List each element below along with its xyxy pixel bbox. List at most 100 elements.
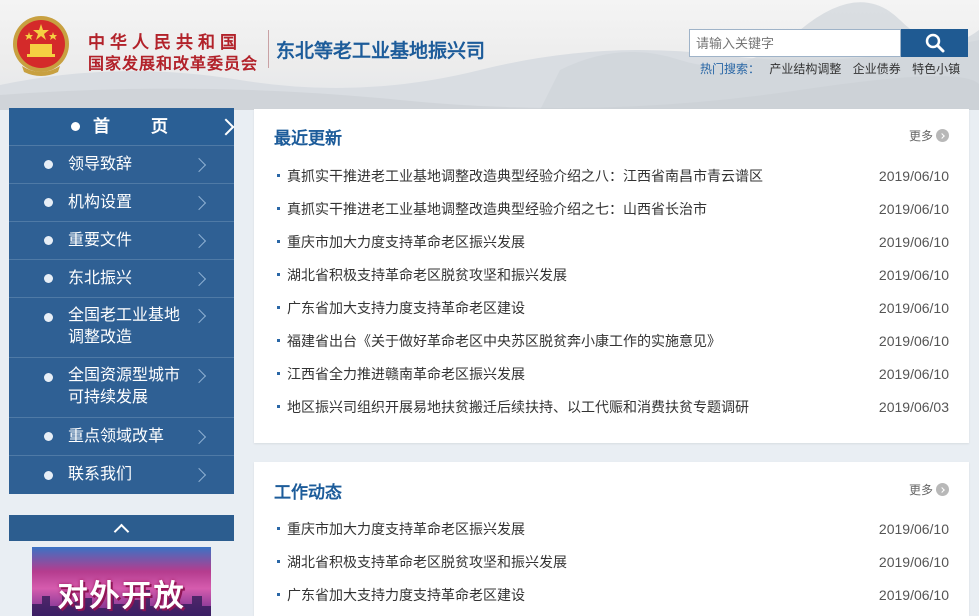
chevron-up-icon <box>113 523 130 539</box>
sidebar-item-organization[interactable]: 机构设置 <box>9 184 234 222</box>
news-title[interactable]: 地区振兴司组织开展易地扶贫搬迁后续扶持、以工代赈和消费扶贫专题调研 <box>287 397 749 417</box>
sidebar-item-leader-speech[interactable]: 领导致辞 <box>9 146 234 184</box>
news-title[interactable]: 福建省出台《关于做好革命老区中央苏区脱贫奔小康工作的实施意见》 <box>287 331 721 351</box>
news-item[interactable]: 广东省加大支持力度支持革命老区建设 2019/06/10 <box>274 585 949 605</box>
bullet-icon <box>277 207 280 210</box>
search-button[interactable] <box>901 29 968 57</box>
recent-updates-panel: 最近更新 更多 真抓实干推进老工业基地调整改造典型经验介绍之八：江西省南昌市青云… <box>254 109 969 443</box>
chevron-right-circle-icon <box>936 129 949 142</box>
chevron-right-circle-icon <box>936 483 949 496</box>
bullet-icon <box>44 236 53 245</box>
chevron-right-icon <box>191 233 207 248</box>
bullet-icon <box>277 273 280 276</box>
more-link[interactable]: 更多 <box>909 481 949 498</box>
chevron-right-icon <box>191 308 207 324</box>
sidebar-item-contact[interactable]: 联系我们 <box>9 456 234 494</box>
chevron-right-icon <box>191 467 207 483</box>
collapse-toggle[interactable] <box>9 515 234 541</box>
sidebar-item-label: 机构设置 <box>68 193 133 211</box>
site-header: 中华人民共和国 国家发展和改革委员会 东北等老工业基地振兴司 热门搜索： 产业结… <box>0 0 979 110</box>
news-title[interactable]: 重庆市加大力度支持革命老区振兴发展 <box>287 232 525 252</box>
opening-up-banner[interactable]: 对外开放 <box>32 547 211 616</box>
bullet-icon <box>277 240 280 243</box>
sidebar-item-label: 全国资源型城市 可持续发展 <box>68 365 180 409</box>
bullet-icon <box>277 593 280 596</box>
sidebar-item-label: 东北振兴 <box>68 269 133 287</box>
chevron-right-icon <box>191 195 207 210</box>
work-news-panel: 工作动态 更多 重庆市加大力度支持革命老区振兴发展 2019/06/10 湖北省… <box>254 462 969 616</box>
sidebar-item-label-line: 可持续发展 <box>68 389 149 406</box>
news-date: 2019/06/10 <box>878 554 949 570</box>
bullet-icon <box>277 405 280 408</box>
news-title[interactable]: 广东省加大支持力度支持革命老区建设 <box>287 585 525 605</box>
bullet-icon <box>44 432 53 441</box>
sidebar-item-northeast[interactable]: 东北振兴 <box>9 260 234 298</box>
bullet-icon <box>277 560 280 563</box>
more-label: 更多 <box>908 129 933 143</box>
bullet-icon <box>44 373 53 382</box>
bullet-icon <box>44 274 53 283</box>
news-item[interactable]: 真抓实干推进老工业基地调整改造典型经验介绍之八：江西省南昌市青云谱区 2019/… <box>274 166 949 186</box>
news-date: 2019/06/10 <box>878 300 949 316</box>
bullet-icon <box>44 160 53 169</box>
bullet-icon <box>44 313 53 322</box>
news-date: 2019/06/03 <box>878 399 949 415</box>
news-item[interactable]: 广东省加大支持力度支持革命老区建设 2019/06/10 <box>274 298 949 318</box>
bullet-icon <box>277 174 280 177</box>
news-item[interactable]: 湖北省积极支持革命老区脱贫攻坚和振兴发展 2019/06/10 <box>274 265 949 285</box>
sidebar-item-home[interactable]: 首 页 <box>9 108 235 146</box>
header-divider <box>268 30 269 68</box>
sidebar-item-label-line: 全国资源型城市 <box>68 367 181 384</box>
search-input[interactable] <box>689 29 901 57</box>
bullet-icon <box>44 470 53 480</box>
sidebar-item-label-line: 全国老工业基地 <box>68 307 181 324</box>
news-title[interactable]: 湖北省积极支持革命老区脱贫攻坚和振兴发展 <box>287 552 567 572</box>
bullet-icon <box>277 527 280 530</box>
news-title[interactable]: 广东省加大支持力度支持革命老区建设 <box>287 298 525 318</box>
bullet-icon <box>277 306 280 309</box>
news-item[interactable]: 真抓实干推进老工业基地调整改造典型经验介绍之七：山西省长治市 2019/06/1… <box>274 199 949 219</box>
sidebar-item-key-reform[interactable]: 重点领域改革 <box>9 418 234 456</box>
sidebar-item-label: 领导致辞 <box>68 155 133 173</box>
panel-title: 最近更新 <box>274 129 342 148</box>
sidebar-item-industrial-base[interactable]: 全国老工业基地 调整改造 <box>9 298 234 358</box>
news-title[interactable]: 真抓实干推进老工业基地调整改造典型经验介绍之七：山西省长治市 <box>287 199 707 219</box>
news-item[interactable]: 地区振兴司组织开展易地扶贫搬迁后续扶持、以工代赈和消费扶贫专题调研 2019/0… <box>274 397 949 417</box>
hot-search-label: 热门搜索： <box>700 62 761 76</box>
hot-search-item[interactable]: 企业债券 <box>853 62 901 76</box>
hot-search: 热门搜索： 产业结构调整 企业债券 特色小镇 <box>700 60 968 77</box>
chevron-right-icon <box>191 157 207 172</box>
news-title[interactable]: 真抓实干推进老工业基地调整改造典型经验介绍之八：江西省南昌市青云谱区 <box>287 166 763 186</box>
news-date: 2019/06/10 <box>878 366 949 382</box>
news-item[interactable]: 重庆市加大力度支持革命老区振兴发展 2019/06/10 <box>274 519 949 539</box>
hot-search-item[interactable]: 特色小镇 <box>912 62 960 76</box>
news-date: 2019/06/10 <box>878 333 949 349</box>
news-date: 2019/06/10 <box>878 168 949 184</box>
panel-title: 工作动态 <box>274 483 342 502</box>
sidebar-item-label: 重要文件 <box>68 231 133 249</box>
news-item[interactable]: 重庆市加大力度支持革命老区振兴发展 2019/06/10 <box>274 232 949 252</box>
news-title[interactable]: 湖北省积极支持革命老区脱贫攻坚和振兴发展 <box>287 265 567 285</box>
bullet-icon <box>277 372 280 375</box>
sidebar-item-label: 重点领域改革 <box>68 427 165 445</box>
news-title[interactable]: 江西省全力推进赣南革命老区振兴发展 <box>287 364 525 384</box>
department-title[interactable]: 东北等老工业基地振兴司 <box>276 36 485 63</box>
sidebar-item-label: 联系我们 <box>68 466 133 483</box>
news-date: 2019/06/10 <box>878 521 949 537</box>
banner-text: 对外开放 <box>57 580 186 613</box>
news-item[interactable]: 湖北省积极支持革命老区脱贫攻坚和振兴发展 2019/06/10 <box>274 552 949 572</box>
chevron-right-icon <box>191 368 207 384</box>
news-date: 2019/06/10 <box>878 234 949 250</box>
hot-search-item[interactable]: 产业结构调整 <box>769 62 841 76</box>
sidebar-nav: 首 页 领导致辞 机构设置 重要文件 东北振兴 全国老工业基地 调整改造 全国资… <box>9 108 235 494</box>
news-title[interactable]: 重庆市加大力度支持革命老区振兴发展 <box>287 519 525 539</box>
sidebar-item-resource-cities[interactable]: 全国资源型城市 可持续发展 <box>9 358 234 418</box>
more-link[interactable]: 更多 <box>909 127 949 144</box>
news-item[interactable]: 福建省出台《关于做好革命老区中央苏区脱贫奔小康工作的实施意见》 2019/06/… <box>274 331 949 351</box>
bullet-icon <box>277 339 280 342</box>
search-icon <box>925 33 944 53</box>
org-name-line2: 国家发展和改革委员会 <box>88 56 259 73</box>
sidebar-item-documents[interactable]: 重要文件 <box>9 222 234 260</box>
news-item[interactable]: 江西省全力推进赣南革命老区振兴发展 2019/06/10 <box>274 364 949 384</box>
chevron-right-icon <box>191 271 207 286</box>
